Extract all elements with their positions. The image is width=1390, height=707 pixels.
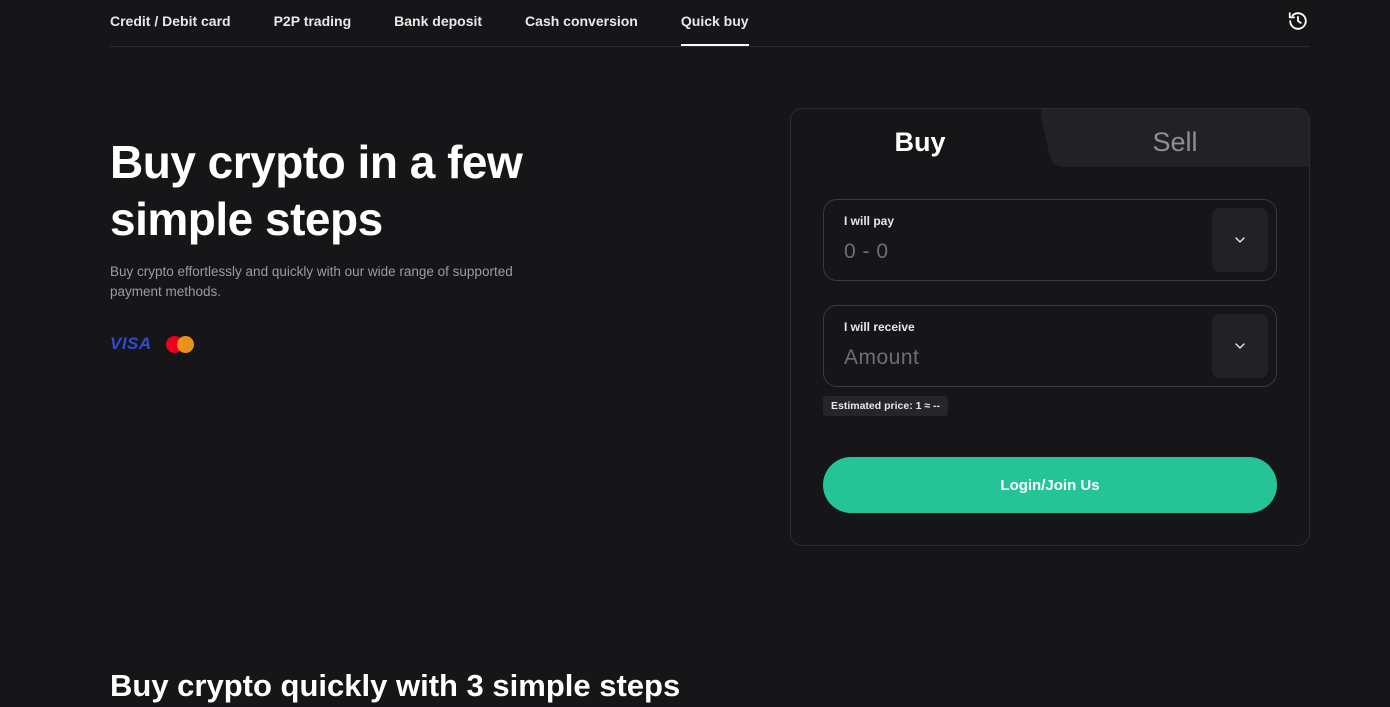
hero-subtitle: Buy crypto effortlessly and quickly with…: [110, 264, 513, 299]
receive-crypto-dropdown[interactable]: [1212, 314, 1268, 378]
estimated-price-badge: Estimated price: 1 ≈ --: [823, 396, 949, 416]
trade-card: Buy Sell I will pay I will receive Estim…: [790, 108, 1310, 546]
visa-logo: VISA: [110, 334, 152, 353]
history-clock-icon: [1288, 12, 1307, 30]
tab-buy[interactable]: Buy: [791, 109, 1049, 167]
tab-credit-debit-card[interactable]: Credit / Debit card: [110, 0, 231, 46]
tab-bank-deposit[interactable]: Bank deposit: [394, 0, 482, 46]
tab-cash-conversion[interactable]: Cash conversion: [525, 0, 638, 46]
buy-sell-tabs: Buy Sell: [791, 109, 1309, 167]
payment-method-tabs: Credit / Debit card P2P trading Bank dep…: [110, 0, 792, 46]
pay-field: I will pay: [823, 199, 1277, 281]
pay-amount-input[interactable]: [844, 236, 1184, 268]
pay-currency-dropdown[interactable]: [1212, 208, 1268, 272]
pay-field-label: I will pay: [844, 214, 895, 228]
steps-section-title: Buy crypto quickly with 3 simple steps: [110, 668, 681, 703]
history-button[interactable]: [1287, 10, 1309, 32]
payment-method-nav: Credit / Debit card P2P trading Bank dep…: [110, 0, 1310, 47]
tab-sell[interactable]: Sell: [1041, 109, 1309, 167]
receive-field: I will receive: [823, 305, 1277, 387]
mastercard-logo: [165, 334, 196, 354]
chevron-down-icon: [1235, 343, 1245, 349]
receive-amount-input[interactable]: [844, 342, 1184, 374]
nav-divider: [110, 46, 1310, 47]
receive-field-label: I will receive: [844, 320, 915, 334]
quick-buy-page: Credit / Debit card P2P trading Bank dep…: [0, 0, 1390, 707]
tab-quick-buy[interactable]: Quick buy: [680, 0, 749, 46]
login-join-button[interactable]: Login/Join Us: [823, 457, 1277, 513]
hero-title: Buy crypto in a few simple steps: [110, 136, 523, 245]
tab-p2p-trading[interactable]: P2P trading: [274, 0, 352, 46]
chevron-down-icon: [1235, 237, 1245, 243]
payment-logos: VISA: [110, 332, 196, 356]
